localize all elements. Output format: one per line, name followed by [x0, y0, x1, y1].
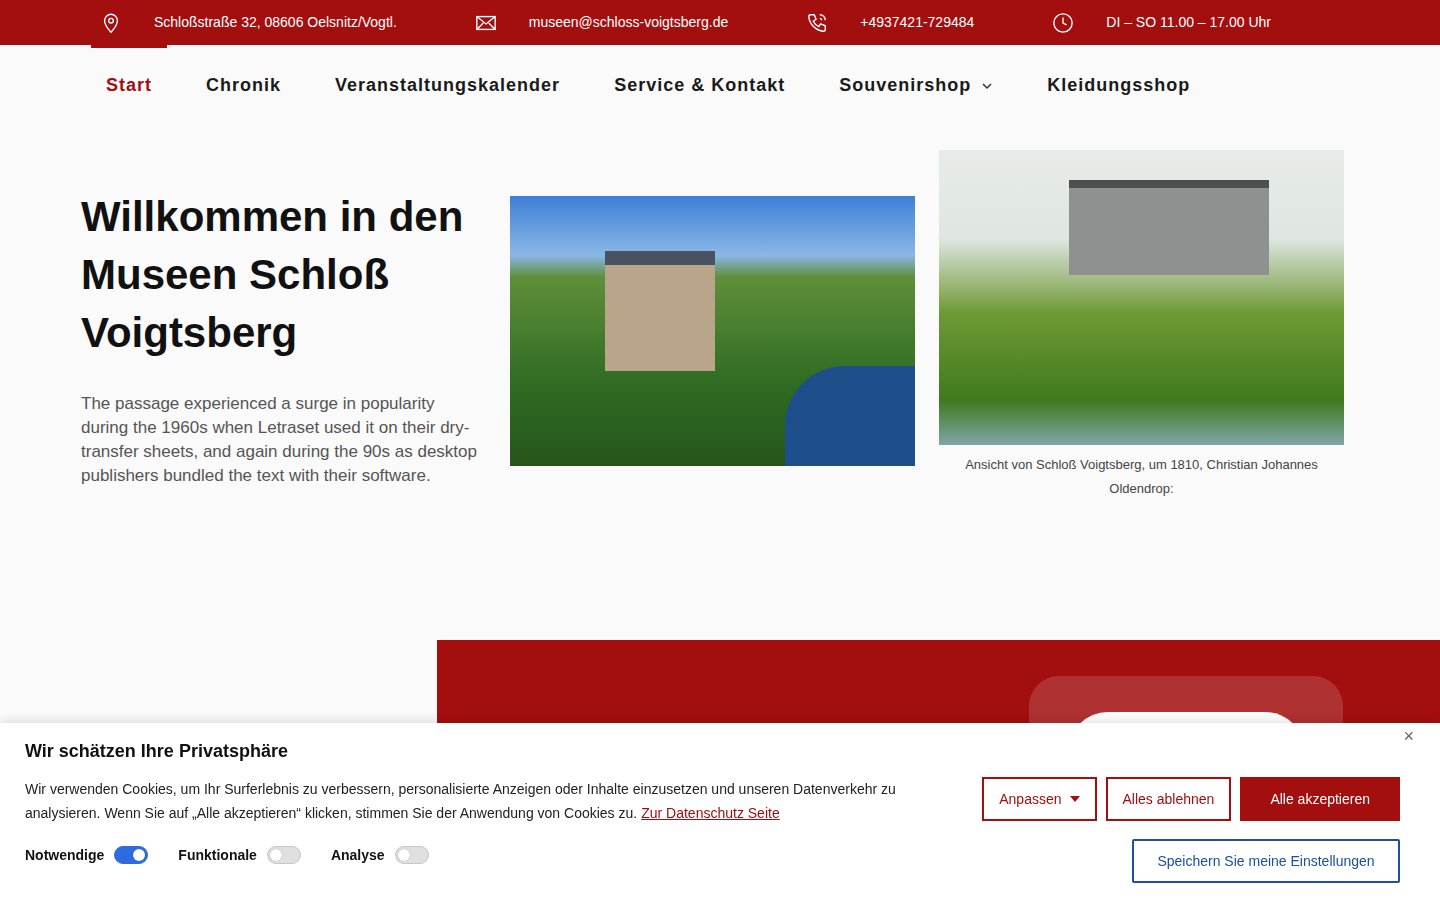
- cookie-button[interactable]: Anpassen: [982, 777, 1096, 821]
- nav-item[interactable]: Service & Kontakt: [599, 45, 800, 125]
- chevron-down-icon[interactable]: [981, 72, 993, 99]
- info-item: museen@schloss-voigtsberg.de: [475, 12, 728, 34]
- cookie-toggle[interactable]: Analyse: [331, 845, 429, 866]
- info-text[interactable]: +4937421-729484: [860, 12, 974, 33]
- cookie-button[interactable]: Alles ablehnen: [1106, 777, 1232, 821]
- info-item: Schloßstraße 32, 08606 Oelsnitz/Vogtl.: [100, 12, 397, 34]
- nav-label[interactable]: Service & Kontakt: [614, 72, 785, 99]
- castle-photo: [510, 196, 915, 466]
- cookie-button[interactable]: Alle akzeptieren: [1240, 777, 1400, 821]
- nav-label[interactable]: Chronik: [206, 72, 281, 99]
- envelope-icon: [475, 12, 497, 34]
- castle-shape: [605, 251, 715, 371]
- info-item: DI – SO 11.00 – 17.00 Uhr: [1052, 12, 1271, 34]
- privacy-link[interactable]: Zur Datenschutz Seite: [641, 805, 780, 821]
- cookie-toggle[interactable]: Funktionale: [178, 845, 301, 866]
- hero: Willkommen in den Museen Schloß Voigtsbe…: [81, 150, 1440, 501]
- toggle-knob: [133, 849, 145, 861]
- hero-title: Willkommen in den Museen Schloß Voigtsbe…: [81, 188, 486, 362]
- toggle-label[interactable]: Notwendige: [25, 845, 104, 866]
- cookie-buttons: Anpassen Alles ablehnen Alle akzeptieren: [982, 777, 1400, 821]
- nav-label[interactable]: Souvenirshop: [839, 72, 971, 99]
- hero-text: Willkommen in den Museen Schloß Voigtsbe…: [81, 150, 486, 488]
- info-item: +4937421-729484: [806, 12, 974, 34]
- nav-item[interactable]: Chronik: [191, 45, 296, 125]
- painting-figure: Ansicht von Schloß Voigtsberg, um 1810, …: [939, 150, 1344, 501]
- nav-label[interactable]: Veranstaltungskalender: [335, 72, 560, 99]
- toggle-knob: [270, 849, 282, 861]
- toggle-label[interactable]: Funktionale: [178, 845, 257, 866]
- button-label[interactable]: Alles ablehnen: [1123, 789, 1215, 810]
- cookie-banner: ×Wir schätzen Ihre Privatsphäre Wir verwe…: [0, 723, 1440, 900]
- info-text[interactable]: museen@schloss-voigtsberg.de: [529, 12, 728, 33]
- toggle-switch[interactable]: [267, 846, 301, 864]
- castle-shape: [1069, 180, 1269, 275]
- main-nav: Start Chronik Veranstaltungskalender Servic…: [0, 45, 1440, 125]
- toggle-switch[interactable]: [395, 846, 429, 864]
- caret-down-icon[interactable]: [1070, 796, 1080, 802]
- toggle-label[interactable]: Analyse: [331, 845, 385, 866]
- button-label[interactable]: Alle akzeptieren: [1270, 789, 1370, 810]
- lake-shape: [785, 366, 915, 466]
- toggle-switch[interactable]: [114, 846, 148, 864]
- save-settings-button[interactable]: Speichern Sie meine Einstellungen: [1132, 839, 1400, 883]
- painting-caption: Ansicht von Schloß Voigtsberg, um 1810, …: [939, 453, 1344, 501]
- nav-label[interactable]: Start: [106, 72, 152, 99]
- toggle-knob: [398, 849, 410, 861]
- castle-painting: [939, 150, 1344, 445]
- info-bar: Schloßstraße 32, 08606 Oelsnitz/Vogtl. mu…: [0, 0, 1440, 45]
- cookie-toggle[interactable]: Notwendige: [25, 845, 148, 866]
- button-label[interactable]: Anpassen: [999, 789, 1061, 810]
- cookie-title: Wir schätzen Ihre Privatsphäre: [25, 741, 1400, 763]
- nav-item[interactable]: Start: [91, 45, 167, 125]
- nav-item[interactable]: Veranstaltungskalender: [320, 45, 575, 125]
- info-text: Schloßstraße 32, 08606 Oelsnitz/Vogtl.: [154, 12, 397, 33]
- close-button[interactable]: ×: [1399, 727, 1418, 745]
- phone-icon: [806, 12, 828, 34]
- nav-item[interactable]: Kleidungsshop: [1032, 45, 1205, 125]
- nav-item[interactable]: Souvenirshop: [824, 45, 1008, 125]
- cookie-text: Wir verwenden Cookies, um Ihr Surferlebn…: [25, 777, 960, 825]
- nav-label[interactable]: Kleidungsshop: [1047, 72, 1190, 99]
- hero-paragraph: The passage experienced a surge in popul…: [81, 392, 486, 488]
- clock-icon: [1052, 12, 1074, 34]
- location-pin-icon: [100, 12, 122, 34]
- info-text: DI – SO 11.00 – 17.00 Uhr: [1106, 12, 1271, 33]
